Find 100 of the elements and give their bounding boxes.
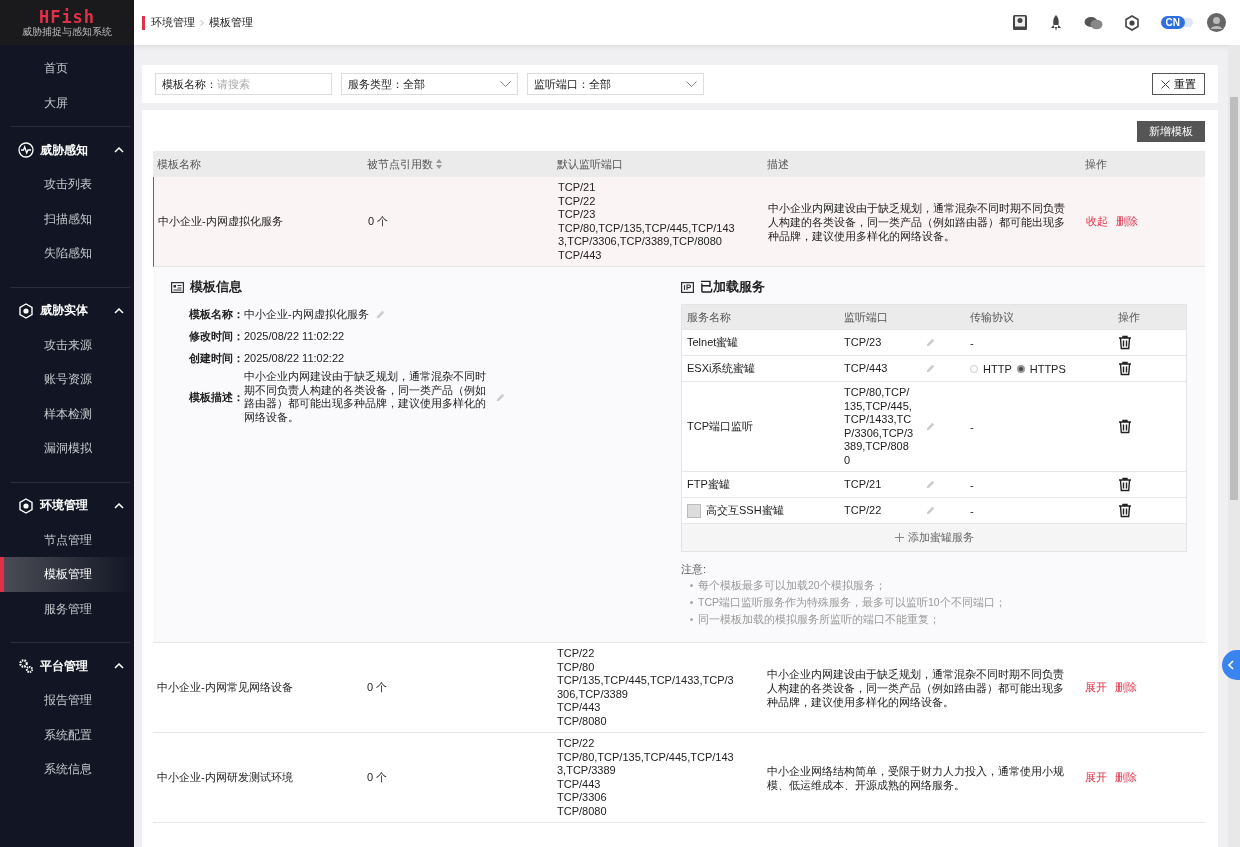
port-text: TCP/23: [844, 335, 883, 350]
column-header: 服务名称: [682, 305, 839, 329]
nav-group-title[interactable]: 威胁实体: [40, 302, 108, 319]
nav-group-title[interactable]: 环境管理: [40, 497, 108, 514]
nav-item[interactable]: 攻击列表: [0, 167, 134, 202]
note-text: 同一模板加载的模拟服务所监听的端口不能重复；: [698, 612, 940, 627]
search-box[interactable]: 模板名称：请搜索: [155, 73, 332, 95]
protocol-text: -: [970, 478, 974, 491]
radio-button[interactable]: [1016, 364, 1025, 373]
port-text: TCP/443: [844, 361, 889, 376]
nav-item[interactable]: 大屏: [0, 85, 134, 120]
field-label: 创建时间：: [189, 350, 244, 366]
trash-icon[interactable]: [1118, 361, 1132, 376]
port-text: TCP/80: [557, 660, 596, 674]
service-name: FTP蜜罐: [687, 477, 730, 492]
port-text: TCP/443: [557, 777, 602, 791]
port-text: TCP/22: [844, 503, 883, 518]
chat-icon[interactable]: [1083, 15, 1103, 30]
caret-up-icon[interactable]: [114, 307, 124, 314]
caret-up-icon[interactable]: [114, 663, 124, 669]
description-text: 中小企业内网建设由于缺乏规划，通常混杂不同时期不同负责人构建的各类设备，同一类产品（例如路由器）都可能出现多种品牌，建议使用多样化的网络设备。: [768, 200, 1066, 243]
protocol-text: -: [970, 336, 974, 349]
scrollbar[interactable]: [1228, 45, 1240, 847]
delete-link[interactable]: 删除: [1115, 770, 1137, 785]
nav-item[interactable]: 系统信息: [0, 752, 134, 787]
collapse-button[interactable]: [1222, 650, 1240, 680]
column-header: 被节点引用数: [367, 157, 433, 172]
trash-icon[interactable]: [1118, 503, 1132, 518]
chevron-left-icon: [1228, 660, 1234, 670]
field-value: 中小企业-内网虚拟化服务: [244, 306, 369, 322]
toggle-link[interactable]: 展开: [1085, 770, 1107, 785]
hexagon-icon[interactable]: [1124, 14, 1139, 31]
port-text: TCP/8080: [557, 714, 608, 728]
service-name: Telnet蜜罐: [687, 335, 739, 350]
note-text: TCP端口监听服务作为特殊服务，最多可以监听10个不同端口；: [698, 595, 1006, 610]
trash-icon[interactable]: [1118, 419, 1132, 434]
nav-item[interactable]: 服务管理: [0, 591, 134, 626]
nav-item[interactable]: 攻击来源: [0, 327, 134, 362]
breadcrumb-item: 模板管理: [209, 15, 253, 30]
port-text: TCP/22: [558, 194, 597, 208]
trash-icon[interactable]: [1118, 335, 1132, 350]
field-label: 修改时间：: [189, 328, 244, 344]
note-text: 每个模板最多可以加载20个模拟服务；: [698, 578, 886, 593]
trash-icon[interactable]: [1118, 477, 1132, 492]
nav-item[interactable]: 漏洞模拟: [0, 431, 134, 466]
chevron-icon: [200, 19, 204, 26]
nav-item[interactable]: 账号资源: [0, 362, 134, 397]
nav-group-title[interactable]: 平台管理: [40, 657, 108, 675]
book-icon[interactable]: [1011, 14, 1028, 31]
hexagon-icon: [18, 302, 34, 319]
reference-count: 0 个: [367, 770, 388, 785]
radio-label: HTTPS: [1029, 362, 1066, 375]
nav-item[interactable]: 系统配置: [0, 717, 134, 752]
breadcrumb-item[interactable]: 环境管理: [151, 15, 195, 30]
section-title: 已加载服务: [700, 279, 765, 296]
field-value: 中小企业内网建设由于缺乏规划，通常混杂不同时期不同负责人构建的各类设备，同一类产品（例如路由器）都可能出现多种品牌，建议使用多样化的网络设备。: [244, 370, 487, 424]
logo-subtitle: 威胁捕捉与感知系统: [22, 25, 112, 38]
add-service-button[interactable]: 添加蜜罐服务: [682, 523, 1186, 551]
nav-item[interactable]: 扫描感知: [0, 201, 134, 236]
protocol-text: -: [970, 420, 974, 433]
port-text: TCP/135,TCP/445,TCP/1433,TCP/3306,TCP/3389: [557, 674, 735, 701]
reset-button[interactable]: 重置: [1152, 73, 1205, 95]
nav-item[interactable]: 节点管理: [0, 522, 134, 557]
id-card-icon: [171, 282, 184, 293]
nav-item[interactable]: 失陷感知: [0, 236, 134, 271]
select-field[interactable]: 服务类型：全部: [341, 73, 518, 95]
delete-link[interactable]: 删除: [1115, 680, 1137, 695]
add-template-button[interactable]: 新增模板: [1137, 121, 1205, 142]
reference-count: 0 个: [368, 214, 389, 229]
caret-up-icon[interactable]: [114, 502, 124, 509]
hexagon-icon: [18, 497, 34, 514]
toggle-link[interactable]: 收起: [1086, 214, 1108, 229]
nav-item[interactable]: 首页: [0, 51, 134, 86]
column-header: 默认监听端口: [557, 157, 623, 172]
nav-group-title[interactable]: 威胁感知: [40, 141, 108, 159]
chevron-down-icon: [686, 81, 697, 87]
rocket-icon[interactable]: [1049, 13, 1062, 32]
port-text: TCP/21: [844, 477, 883, 492]
chevron-down-icon: [500, 81, 511, 87]
nav-item[interactable]: 样本检测: [0, 396, 134, 431]
toggle-link[interactable]: 展开: [1085, 680, 1107, 695]
radio-label: HTTP: [983, 362, 1012, 375]
logo-title: HFish: [38, 7, 96, 26]
nav-item[interactable]: 报告管理: [0, 683, 134, 718]
field-label: 模板名称：: [162, 76, 217, 92]
port-text: TCP/22: [557, 737, 596, 751]
description-text: 中小企业网络结构简单，受限于财力人力投入，通常使用小规模、低运维成本、开源成熟的网络服务。: [767, 763, 1065, 792]
column-header: 监听端口: [839, 305, 965, 329]
field-value: 2025/08/22 11:02:22: [244, 352, 345, 364]
port-text: TCP/443: [558, 248, 603, 262]
template-name: 中小企业-内网研发测试环境: [157, 770, 293, 785]
port-text: TCP/3306: [557, 791, 608, 805]
caret-up-icon[interactable]: [114, 147, 124, 153]
pulse-icon: [18, 142, 34, 158]
protocol-text: -: [970, 504, 974, 517]
avatar-icon[interactable]: [1207, 13, 1226, 32]
template-name: 中小企业-内网常见网络设备: [157, 680, 293, 695]
select-field[interactable]: 监听端口：全部: [527, 73, 704, 95]
column-header: 操作: [1085, 157, 1107, 172]
delete-link[interactable]: 删除: [1116, 214, 1138, 229]
